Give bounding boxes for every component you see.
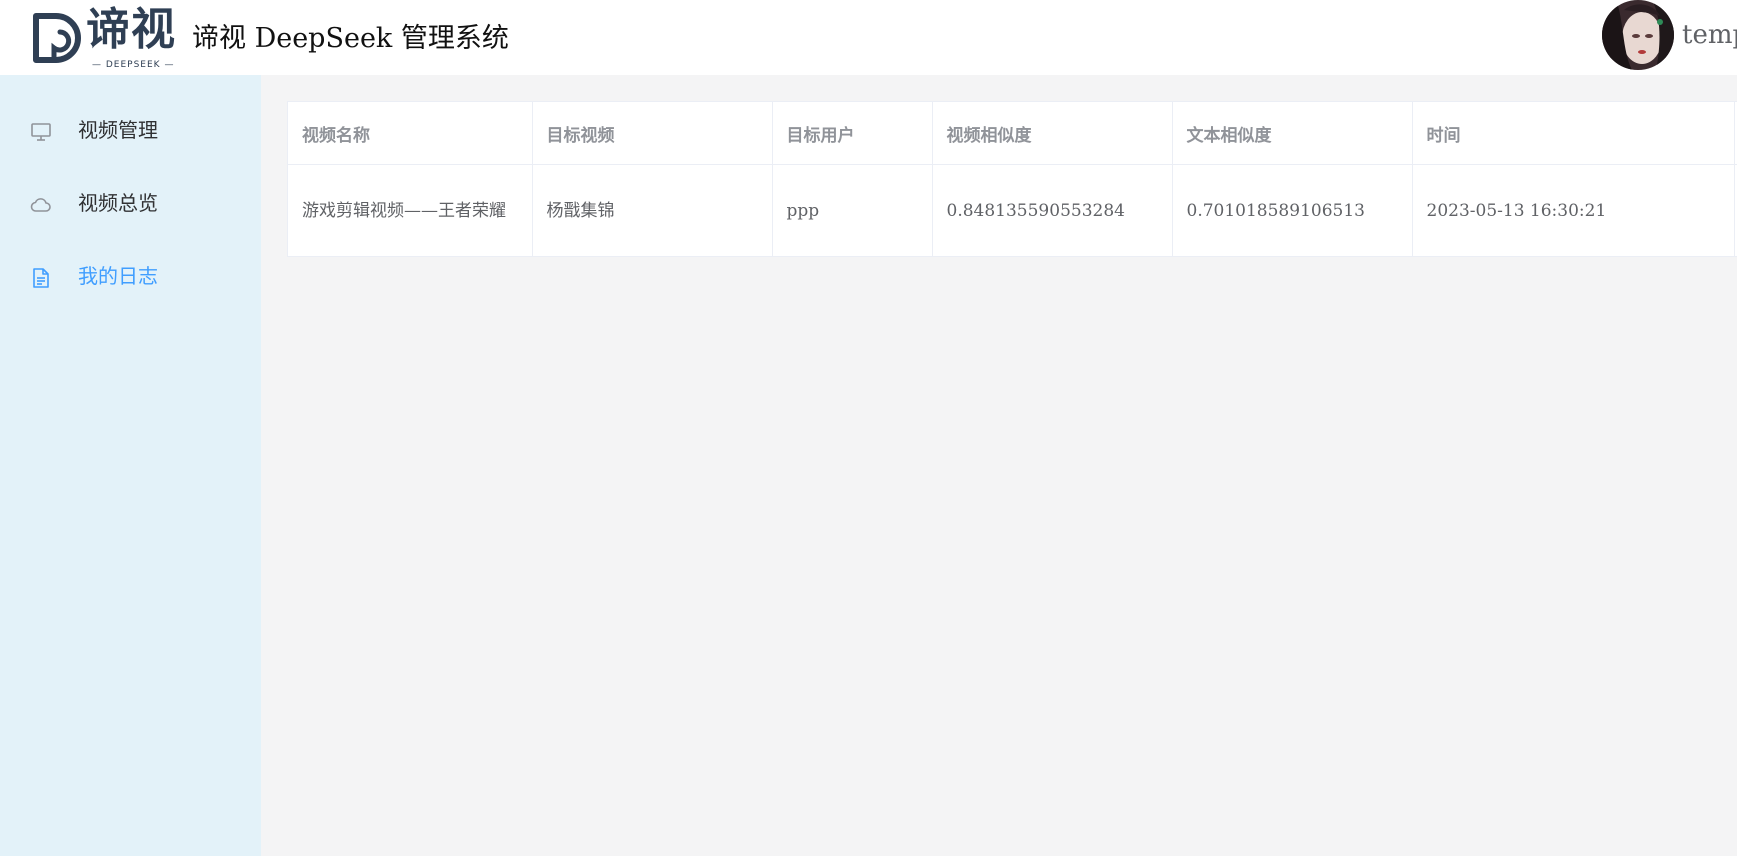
column-header-video-name: 视频名称 (288, 102, 533, 165)
main-content: 视频名称 目标视频 目标用户 视频相似度 文本相似度 时间 游戏剪辑视频——王者… (261, 75, 1737, 856)
cell-video-name: 游戏剪辑视频——王者荣耀 (288, 164, 533, 257)
username[interactable]: temp (1682, 18, 1737, 52)
sidebar-item-label: 视频总览 (78, 191, 158, 215)
sidebar-item-video-overview[interactable]: 视频总览 (0, 176, 261, 232)
column-header-text-similarity: 文本相似度 (1172, 102, 1413, 165)
avatar-image-icon (1602, 0, 1674, 70)
cloud-icon (30, 198, 51, 212)
column-header-target-video: 目标视频 (532, 102, 773, 165)
top-header: 谛视 — DEEPSEEK — 谛视 DeepSeek 管理系统 temp (0, 0, 1737, 75)
logo-mark-icon (33, 13, 81, 63)
sidebar: 视频管理 视频总览 我的日志 (0, 75, 261, 856)
sidebar-item-label: 我的日志 (78, 264, 158, 288)
cell-text-similarity: 0.701018589106513 (1172, 164, 1413, 257)
logo[interactable]: 谛视 — DEEPSEEK — (30, 4, 180, 72)
cell-target-user: ppp (772, 164, 933, 257)
logo-text: 谛视 (86, 4, 176, 55)
table-header-row: 视频名称 目标视频 目标用户 视频相似度 文本相似度 时间 (288, 102, 1737, 165)
column-header-target-user: 目标用户 (772, 102, 933, 165)
cell-video-similarity: 0.848135590553284 (932, 164, 1173, 257)
document-icon (33, 268, 49, 288)
table-row[interactable]: 游戏剪辑视频——王者荣耀 杨戬集锦 ppp 0.848135590553284 … (288, 164, 1737, 257)
sidebar-item-label: 视频管理 (78, 118, 158, 142)
sidebar-item-my-logs[interactable]: 我的日志 (0, 249, 261, 305)
monitor-icon (31, 123, 51, 141)
app-title: 谛视 DeepSeek 管理系统 (192, 23, 509, 54)
user-avatar[interactable] (1602, 0, 1674, 70)
cell-time: 2023-05-13 16:30:21 (1412, 164, 1735, 257)
log-table: 视频名称 目标视频 目标用户 视频相似度 文本相似度 时间 游戏剪辑视频——王者… (287, 101, 1737, 257)
sidebar-item-video-management[interactable]: 视频管理 (0, 103, 261, 159)
column-header-time: 时间 (1412, 102, 1735, 165)
logo-subtext: — DEEPSEEK — (92, 60, 175, 70)
column-header-video-similarity: 视频相似度 (932, 102, 1173, 165)
cell-target-video: 杨戬集锦 (532, 164, 773, 257)
